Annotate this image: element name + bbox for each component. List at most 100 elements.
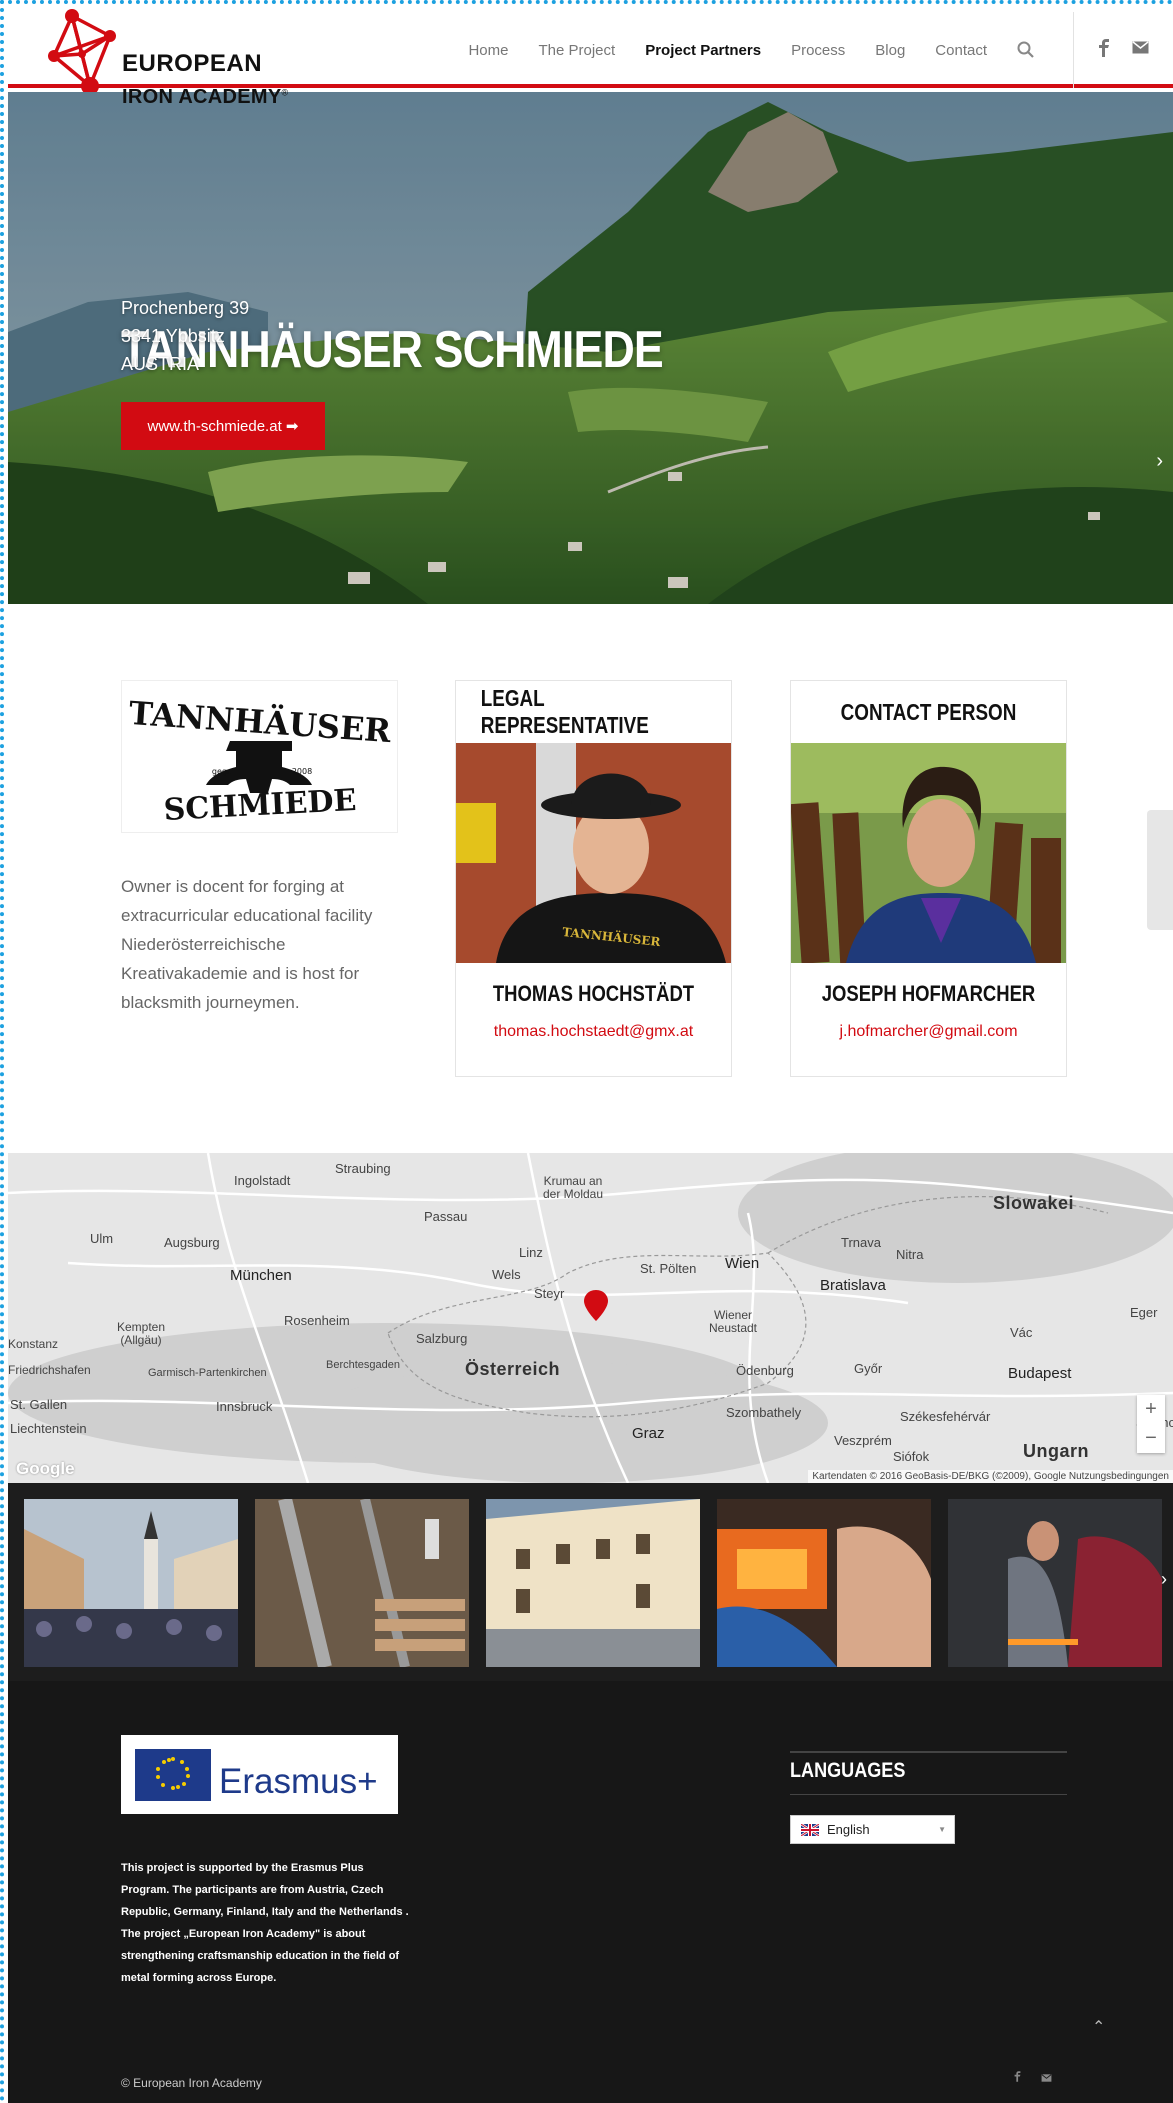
map-label-augsburg: Augsburg: [164, 1235, 220, 1250]
map-label-straubing: Straubing: [335, 1161, 391, 1176]
map-label-garmisch: Garmisch-Partenkirchen: [148, 1367, 267, 1379]
gallery-image-1[interactable]: [24, 1499, 238, 1667]
photo-gallery: ›: [8, 1483, 1173, 1681]
svg-text:2008: 2008: [292, 767, 312, 776]
map-label-bratislava: Bratislava: [820, 1277, 886, 1294]
footer-description: This project is supported by the Erasmus…: [121, 1862, 409, 1984]
map-label-muenchen: München: [230, 1267, 292, 1284]
map-label-szekesfehervar: Székesfehérvár: [900, 1409, 991, 1424]
map-label-wiener-neustadt: Wiener Neustadt: [708, 1308, 758, 1335]
google-map[interactable]: Österreich Slowakei Ungarn München Wien …: [8, 1153, 1173, 1483]
map-label-eger: Eger: [1130, 1305, 1158, 1320]
map-label-passau: Passau: [424, 1209, 468, 1224]
legal-representative-card: LEGAL REPRESENTATIVE TANNHÄUSER THOMAS H…: [455, 680, 732, 1077]
map-label-st-gallen: St. Gallen: [10, 1397, 68, 1412]
legal-representative-email[interactable]: thomas.hochstaedt@gmx.at: [456, 1023, 731, 1041]
map-label-krumau: Krumau an der Moldau: [542, 1174, 604, 1201]
map-label-vac: Vác: [1010, 1325, 1033, 1340]
svg-text:gegr.: gegr.: [212, 767, 232, 776]
map-label-wien: Wien: [725, 1255, 760, 1272]
slider-next-icon[interactable]: ›: [1156, 450, 1163, 473]
language-select[interactable]: English ▼: [790, 1815, 955, 1844]
map-label-trnava: Trnava: [841, 1235, 881, 1250]
partner-description: Owner is docent for forging at extracurr…: [121, 877, 373, 1012]
zoom-in-button[interactable]: +: [1137, 1395, 1165, 1424]
header-social: [1073, 12, 1173, 88]
svg-text:Erasmus+: Erasmus+: [219, 1762, 378, 1801]
search-icon[interactable]: [1017, 41, 1035, 59]
gallery-image-3[interactable]: [486, 1499, 700, 1667]
contact-person-photo: [791, 743, 1066, 963]
partner-logo: TANNHÄUSER gegr. 2008 SCHMIEDE: [121, 680, 398, 833]
scroll-to-top-icon[interactable]: ⌃: [1092, 2017, 1105, 2037]
logo-network-icon: [48, 9, 116, 92]
logo-line1: EUROPEAN: [122, 50, 263, 77]
map-label-ingolstadt: Ingolstadt: [234, 1173, 291, 1188]
zoom-out-button[interactable]: −: [1137, 1424, 1165, 1453]
nav-contact[interactable]: Contact: [935, 42, 987, 59]
main-nav: Home The Project Project Partners Proces…: [468, 12, 1035, 88]
erasmus-logo: Erasmus+: [121, 1735, 398, 1814]
map-attribution[interactable]: Kartendaten © 2016 GeoBasis-DE/BKG (©200…: [808, 1470, 1173, 1483]
gallery-next-icon[interactable]: ›: [1161, 1569, 1167, 1590]
legal-role-title: LEGAL REPRESENTATIVE: [480, 685, 649, 738]
map-label-slowakei: Slowakei: [993, 1193, 1075, 1213]
map-label-siofok: Siófok: [893, 1449, 930, 1464]
side-next-tab[interactable]: [1147, 810, 1173, 930]
chevron-down-icon: ▼: [938, 1825, 946, 1834]
map-label-st-poelten: St. Pölten: [640, 1261, 697, 1276]
nav-blog[interactable]: Blog: [875, 42, 905, 59]
map-label-ungarn: Ungarn: [1023, 1441, 1089, 1461]
hero-address-city: 3341 Ybbsitz: [121, 326, 225, 346]
contact-role-title: CONTACT PERSON: [840, 698, 1017, 725]
uk-flag-icon: [801, 1823, 819, 1836]
mail-icon[interactable]: [1041, 2071, 1052, 2085]
map-label-budapest: Budapest: [1008, 1365, 1072, 1382]
gallery-image-5[interactable]: [948, 1499, 1162, 1667]
gallery-image-4[interactable]: [717, 1499, 931, 1667]
map-label-linz: Linz: [519, 1245, 543, 1260]
map-label-oedenburg: Ödenburg: [736, 1363, 794, 1378]
map-label-liechtenstein: Liechtenstein: [10, 1421, 87, 1436]
facebook-icon[interactable]: [1014, 2071, 1021, 2085]
contact-person-card: CONTACT PERSON JOSEPH HOFMARCHER j.hofma…: [790, 680, 1067, 1077]
map-label-oesterreich: Österreich: [465, 1359, 561, 1379]
website-button[interactable]: www.th-schmiede.at ➡: [121, 402, 325, 450]
map-label-rosenheim: Rosenheim: [284, 1313, 350, 1328]
nav-project-partners[interactable]: Project Partners: [645, 42, 761, 59]
map-label-nitra: Nitra: [896, 1247, 924, 1262]
nav-process[interactable]: Process: [791, 42, 845, 59]
hero-slider: TANNHÄUSER SCHMIEDE Prochenberg 39 3341 …: [8, 92, 1173, 604]
hero-address-country: AUSTRIA: [121, 354, 200, 374]
facebook-icon[interactable]: [1098, 38, 1110, 62]
map-label-innsbruck: Innsbruck: [216, 1399, 273, 1414]
nav-home[interactable]: Home: [468, 42, 508, 59]
nav-the-project[interactable]: The Project: [538, 42, 615, 59]
languages-divider-top: [790, 1751, 1067, 1753]
map-label-salzburg: Salzburg: [416, 1331, 468, 1346]
site-logo[interactable]: EUROPEAN IRON ACADEMY®: [44, 6, 304, 114]
footer-social: [1014, 2071, 1052, 2085]
languages-title: LANGUAGES: [790, 1759, 906, 1782]
map-label-friedrichshafen: Friedrichshafen: [8, 1363, 91, 1377]
map-zoom-control: + −: [1137, 1395, 1165, 1453]
mail-icon[interactable]: [1132, 41, 1149, 59]
gallery-image-2[interactable]: [255, 1499, 469, 1667]
hero-address-street: Prochenberg 39: [121, 298, 250, 318]
legal-representative-photo: TANNHÄUSER: [456, 743, 731, 963]
copyright: © European Iron Academy: [121, 2076, 262, 2090]
map-label-graz: Graz: [632, 1425, 665, 1442]
map-label-ulm: Ulm: [90, 1231, 114, 1246]
map-label-berchtesgaden: Berchtesgaden: [326, 1359, 400, 1371]
map-label-gyoer: Győr: [854, 1361, 883, 1376]
language-selected: English: [827, 1822, 870, 1837]
logo-line2: IRON ACADEMY®: [122, 86, 289, 108]
map-label-konstanz: Konstanz: [8, 1337, 59, 1351]
site-footer: Erasmus+ This project is supported by th…: [8, 1681, 1173, 2103]
legal-representative-name: THOMAS HOCHSTÄDT: [492, 981, 695, 1006]
map-label-veszprem: Veszprém: [834, 1433, 892, 1448]
contact-person-name: JOSEPH HOFMARCHER: [821, 981, 1036, 1006]
contact-person-email[interactable]: j.hofmarcher@gmail.com: [791, 1023, 1066, 1041]
google-logo[interactable]: Google: [16, 1459, 75, 1479]
map-label-szombathely: Szombathely: [726, 1405, 802, 1420]
